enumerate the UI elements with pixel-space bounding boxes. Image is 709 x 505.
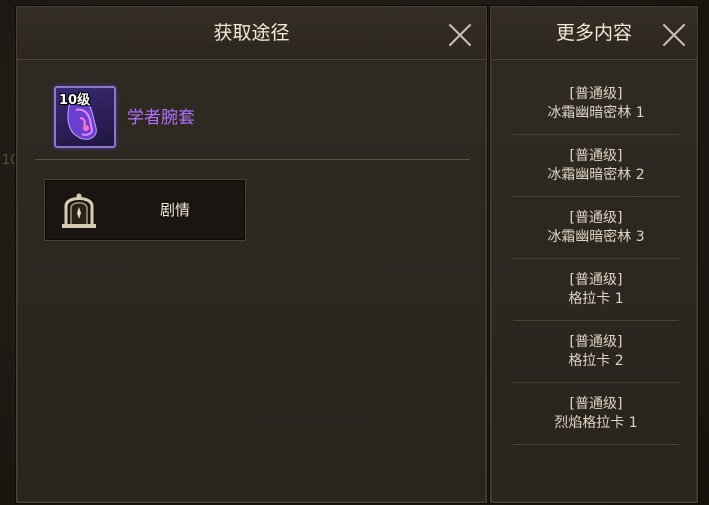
item-name: 学者腕套 xyxy=(127,108,195,128)
dungeon-name: 烈焰格拉卡 1 xyxy=(554,414,638,431)
dungeon-name: 冰霜幽暗密林 2 xyxy=(547,166,645,183)
dungeon-list: [普通级] 冰霜幽暗密林 1 [普通级] 冰霜幽暗密林 2 [普通级] 冰霜幽暗… xyxy=(513,73,679,445)
close-icon[interactable] xyxy=(447,21,473,47)
list-item[interactable]: [普通级] 烈焰格拉卡 1 xyxy=(513,383,679,445)
list-item[interactable]: [普通级] 冰霜幽暗密林 1 xyxy=(513,73,679,135)
list-item[interactable]: [普通级] 冰霜幽暗密林 2 xyxy=(513,135,679,197)
dungeon-name: 格拉卡 1 xyxy=(568,290,624,307)
dungeon-grade: [普通级] xyxy=(569,147,623,164)
close-icon[interactable] xyxy=(661,21,687,47)
acquire-panel-title: 获取途径 xyxy=(213,22,290,44)
dungeon-name: 冰霜幽暗密林 1 xyxy=(547,104,645,121)
story-gate-icon xyxy=(62,193,96,228)
dungeon-name: 冰霜幽暗密林 3 xyxy=(547,228,645,245)
game-screen: 10 获取途径 10级 学者腕套 剧情 更多内容 [普通级] 冰霜幽暗密林 1 … xyxy=(0,0,709,505)
dungeon-grade: [普通级] xyxy=(569,395,623,412)
more-content-panel: 更多内容 [普通级] 冰霜幽暗密林 1 [普通级] 冰霜幽暗密林 2 [普通级]… xyxy=(490,6,698,503)
dungeon-grade: [普通级] xyxy=(569,333,623,350)
dungeon-grade: [普通级] xyxy=(569,271,623,288)
acquire-panel: 获取途径 10级 学者腕套 剧情 xyxy=(16,6,487,503)
story-source-label: 剧情 xyxy=(159,201,190,219)
more-panel-header: 更多内容 xyxy=(491,7,697,60)
list-item[interactable]: [普通级] 格拉卡 1 xyxy=(513,259,679,321)
divider xyxy=(35,159,470,160)
item-level: 10级 xyxy=(59,93,91,108)
list-item[interactable]: [普通级] 格拉卡 2 xyxy=(513,321,679,383)
dungeon-grade: [普通级] xyxy=(569,85,623,102)
dungeon-grade: [普通级] xyxy=(569,209,623,226)
story-source-button[interactable]: 剧情 xyxy=(44,179,246,241)
dungeon-name: 格拉卡 2 xyxy=(568,352,624,369)
list-item[interactable]: [普通级] 冰霜幽暗密林 3 xyxy=(513,197,679,259)
acquire-panel-header: 获取途径 xyxy=(17,7,486,60)
item-slot[interactable]: 10级 xyxy=(54,86,116,148)
